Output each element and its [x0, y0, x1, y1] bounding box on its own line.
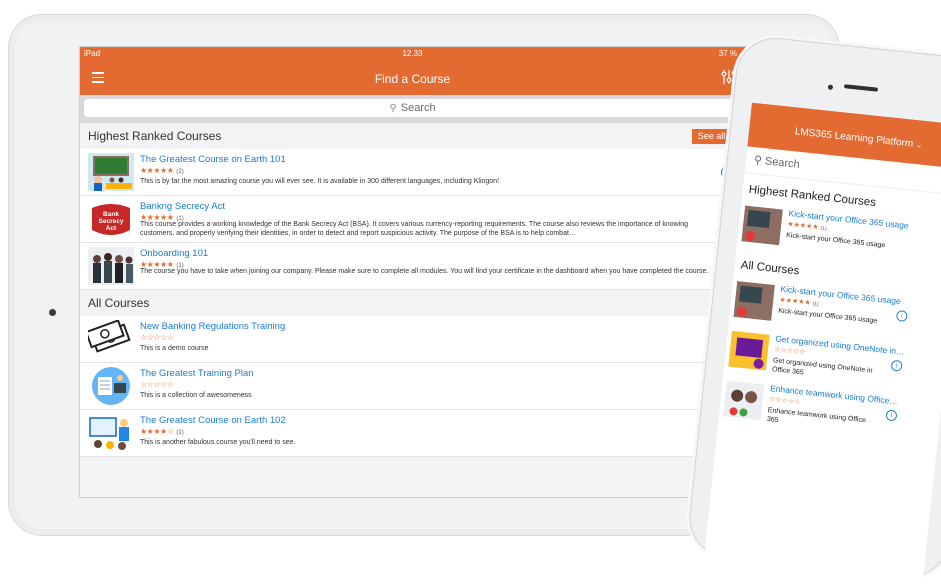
course-description: The course you have to take when joining…	[140, 268, 709, 275]
rating-count: (1)	[176, 430, 184, 436]
course-title[interactable]: The Greatest Course on Earth 102	[140, 415, 286, 426]
status-time: 12.33	[402, 49, 423, 58]
search-input[interactable]: ⚲ Search	[84, 99, 741, 117]
course-description: This is another fabulous course you'll n…	[140, 439, 296, 446]
thumb-text-2: Secrecy	[99, 218, 124, 225]
section-title: Highest Ranked Courses	[88, 129, 222, 143]
thumb-text-1: Bank	[103, 211, 119, 218]
stars: ☆☆☆☆☆	[768, 396, 801, 407]
info-icon[interactable]: i	[895, 309, 908, 323]
section-highest-ranked: Highest Ranked Courses See all >	[80, 123, 745, 149]
team-photo-thumb-icon	[88, 247, 134, 285]
stars: ☆☆☆☆☆	[140, 333, 174, 342]
iphone-screen: LMS365 Learning Platform ⌄ ⚲ Search High…	[703, 102, 941, 584]
course-row[interactable]: The Greatest Course on Earth 101 ★★★★★ (2…	[80, 149, 745, 196]
onenote-course-thumb-icon	[728, 330, 770, 371]
thumb-text-3: Act	[106, 225, 117, 232]
info-icon[interactable]: i	[890, 359, 903, 372]
course-description: This is by far the most amazing course y…	[140, 178, 500, 185]
course-title[interactable]: The Greatest Training Plan	[140, 368, 254, 379]
speaker-grille	[843, 84, 879, 92]
nav-bar: Find a Course	[80, 61, 745, 95]
section-all-courses: All Courses	[80, 290, 745, 316]
office-course-thumb-icon	[741, 205, 783, 246]
course-description: This is a collection of awesomeness	[140, 392, 252, 399]
course-title[interactable]: Bankng Secrecy Act	[140, 201, 225, 212]
course-row[interactable]: Bank Secrecy Act Bankng Secrecy Act ★★★★…	[80, 196, 745, 243]
training-plan-thumb-icon	[92, 367, 130, 405]
bank-secrecy-thumb-icon: Bank Secrecy Act	[92, 204, 130, 235]
office-course-thumb-icon	[733, 281, 775, 321]
stars: ★★★★★	[779, 296, 811, 307]
page-title: Find a Course	[374, 72, 451, 86]
info-icon[interactable]: i	[885, 409, 898, 422]
star-rating: ★★★★★(1)	[779, 296, 819, 308]
course-title[interactable]: Onboarding 101	[140, 248, 208, 259]
rating-count: (1)	[812, 301, 819, 308]
star-rating: ★★★★☆ (1)	[140, 427, 184, 436]
course-title[interactable]: New Banking Regulations Training	[140, 321, 285, 332]
course-description: Enhance teamwork using Office 365	[766, 406, 867, 425]
course-description: Kick-start your Office 365 usage	[785, 231, 886, 250]
stars: ★★★★★	[786, 221, 819, 232]
stars: ★★★★★	[140, 166, 174, 175]
camera-icon	[827, 84, 834, 90]
section-title: All Courses	[88, 296, 150, 310]
search-placeholder: Search	[400, 102, 436, 114]
star-rating: ☆☆☆☆☆	[140, 333, 176, 342]
teamwork-course-thumb-icon	[722, 380, 765, 421]
star-rating: ★★★★★(1)	[787, 220, 827, 232]
ipad-side-button	[49, 309, 56, 316]
course-title[interactable]: The Greatest Course on Earth 101	[140, 154, 286, 165]
presenter-thumb-icon	[89, 417, 129, 450]
status-bar: iPad 12.33 37 %	[80, 47, 745, 61]
stars: ☆☆☆☆☆	[140, 380, 174, 389]
course-row[interactable]: Onboarding 101 ★★★★★ (1) The course you h…	[80, 243, 745, 290]
classroom-thumb-icon	[88, 153, 134, 191]
banknotes-thumb-icon	[88, 320, 131, 353]
rating-count: (2)	[176, 169, 184, 175]
star-rating: ☆☆☆☆☆	[769, 395, 801, 406]
course-description: Kick-start your Office 365 usage	[777, 307, 878, 325]
search-placeholder: Search	[764, 155, 801, 171]
search-bar: ⚲ Search	[80, 95, 745, 123]
star-rating: ☆☆☆☆☆	[140, 380, 176, 389]
stars: ★★★★☆	[140, 427, 174, 436]
battery-level: 37 %	[718, 49, 737, 58]
search-icon: ⚲	[389, 103, 397, 114]
course-row[interactable]: New Banking Regulations Training ☆☆☆☆☆ T…	[80, 316, 745, 363]
course-description: This is a demo course	[140, 345, 209, 352]
rating-count: (1)	[820, 225, 827, 233]
phone-app-title[interactable]: LMS365 Learning Platform	[794, 126, 913, 149]
course-description: This course provides a working knowledge…	[140, 221, 689, 237]
star-rating: ☆☆☆☆☆	[774, 345, 806, 356]
star-rating: ★★★★★ (2)	[140, 166, 184, 175]
stars: ☆☆☆☆☆	[773, 346, 806, 357]
course-row[interactable]: The Greatest Training Plan ☆☆☆☆☆ This is…	[80, 363, 745, 410]
ipad-screen: iPad 12.33 37 % Find a Course ⚲ Search Hi…	[79, 46, 746, 498]
course-row[interactable]: The Greatest Course on Earth 102 ★★★★☆ (1…	[80, 410, 745, 457]
chevron-down-icon[interactable]: ⌄	[915, 140, 923, 150]
